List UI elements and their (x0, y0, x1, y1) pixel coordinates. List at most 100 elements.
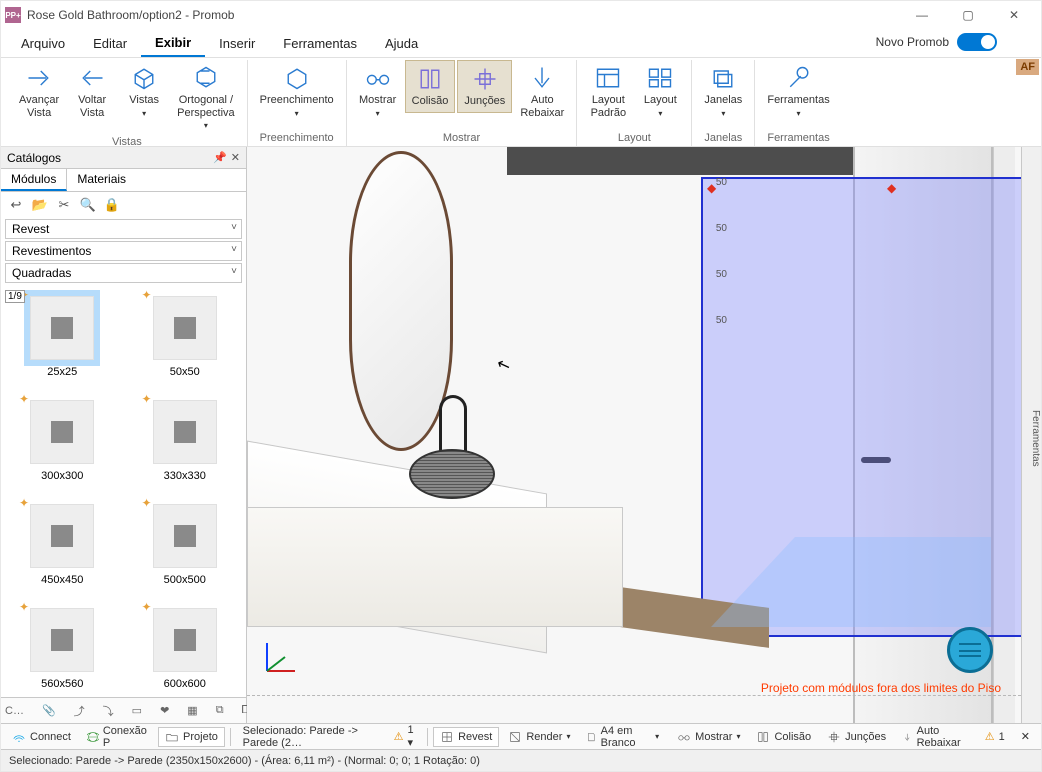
auto-lower-button[interactable]: Auto Rebaixar (514, 60, 570, 123)
warning-count-2[interactable]: ⚠ 1 (978, 727, 1012, 746)
a4-tab[interactable]: A4 em Branco▾ (579, 722, 666, 752)
down-arrow-icon (528, 64, 556, 92)
catalog-tab-materiais[interactable]: Materiais (67, 169, 136, 191)
sparkle-icon: ✦ (19, 600, 29, 614)
ortho-persp-button[interactable]: Ortogonal / Perspectiva▾ (171, 60, 240, 134)
layout-default-button-label: Layout Padrão (591, 94, 626, 119)
tile-600x600[interactable]: ✦600x600 (128, 602, 243, 690)
tile-label: 330x330 (164, 470, 206, 482)
cube-fill-icon (283, 64, 311, 92)
rail-ferramentas[interactable]: Ferramentas (1030, 410, 1041, 467)
ribbon: Avançar Vista Voltar VistaVistas▾Ortogona… (1, 57, 1041, 147)
ribbon-group-layout: Layout (618, 130, 651, 146)
mostrar-toggle[interactable]: Mostrar▾ (670, 727, 747, 747)
app-icon: PP+ (5, 7, 21, 23)
glasses-icon (364, 64, 392, 92)
tools-button-label: Ferramentas (767, 94, 829, 107)
views-button[interactable]: Vistas▾ (119, 60, 169, 122)
tile-560x560[interactable]: ✦ 560x560 (5, 602, 120, 690)
ribbon-group-mostrar: Mostrar (443, 130, 480, 146)
ribbon-group-ferramentas: Ferramentas (767, 130, 829, 146)
menu-exibir[interactable]: Exibir (141, 29, 205, 57)
novo-promob-toggle[interactable] (957, 33, 997, 51)
lock-icon[interactable]: 🔒 (103, 197, 121, 213)
arrow-right-icon (25, 64, 53, 92)
menubar: ArquivoEditarExibirInserirFerramentasAju… (1, 29, 1041, 57)
tile-label: 450x450 (41, 574, 83, 586)
pin-icon[interactable]: 📌 (213, 151, 227, 164)
connect-tab[interactable]: Connect (5, 727, 78, 747)
layout-button[interactable]: Layout▾ (635, 60, 685, 122)
tile-icon (440, 730, 454, 744)
tile-330x330[interactable]: ✦330x330 (128, 394, 243, 482)
menu-editar[interactable]: Editar (79, 29, 141, 57)
sparkle-icon: ✦ (19, 392, 29, 406)
layout-button-label: Layout (644, 94, 677, 107)
chat-bubble-icon[interactable] (947, 627, 993, 673)
back-view-button[interactable]: Voltar Vista (67, 60, 117, 123)
tile-label: 560x560 (41, 678, 83, 690)
scissors-icon[interactable]: ✂ (55, 197, 73, 213)
chevron-down-icon: ▾ (204, 121, 208, 130)
forward-view-button[interactable]: Avançar Vista (13, 60, 65, 123)
panel-close-icon[interactable]: ✕ (231, 151, 240, 164)
connection-tab[interactable]: Conexão P (80, 722, 156, 752)
tile-500x500[interactable]: ✦500x500 (128, 498, 243, 586)
warning-count[interactable]: ⚠ 1 ▾ (387, 721, 423, 752)
catalog-dd-2[interactable]: Revestimentos (5, 241, 242, 261)
viewport-3d[interactable]: 50505050 ◆ ◆ ◆ ↖ Projeto com módulos for… (247, 147, 1021, 723)
user-badge[interactable]: AF (1016, 59, 1039, 75)
shortcut-2[interactable]: ⤴ (74, 703, 85, 719)
tools-button[interactable]: Ferramentas▾ (761, 60, 835, 122)
tile-450x450[interactable]: ✦450x450 (5, 498, 120, 586)
tile-300x300[interactable]: ✦300x300 (5, 394, 120, 482)
binoculars-icon[interactable]: 🔍 (79, 197, 97, 213)
tile-25x25[interactable]: ✦25x25 (5, 290, 120, 378)
collision-button[interactable]: Colisão (405, 60, 456, 113)
forward-view-button-label: Avançar Vista (19, 94, 59, 119)
fill-button-label: Preenchimento (260, 94, 334, 107)
wifi-icon (12, 730, 26, 744)
auto-rebaixar-toggle[interactable]: Auto Rebaixar (895, 722, 976, 752)
ribbon-group-preenchimento: Preenchimento (260, 130, 334, 146)
joints-button[interactable]: Junções (457, 60, 512, 113)
shortcut-7[interactable]: ⧉ (216, 704, 224, 717)
juncoes-toggle[interactable]: Junções (820, 727, 893, 747)
open-icon[interactable]: 📂 (31, 197, 49, 213)
menu-ferramentas[interactable]: Ferramentas (269, 29, 371, 57)
chevron-down-icon: ▾ (376, 109, 380, 118)
tabsbar-close[interactable]: ✕ (1014, 727, 1037, 746)
show-button[interactable]: Mostrar▾ (353, 60, 403, 122)
tile-label: 500x500 (164, 574, 206, 586)
cube-icon (130, 64, 158, 92)
minimize-button[interactable]: — (899, 1, 945, 29)
shortcut-0[interactable]: C… (5, 705, 24, 717)
back-icon[interactable]: ↩ (7, 197, 25, 213)
shortcut-3[interactable]: ⤵ (103, 703, 114, 719)
colisao-toggle[interactable]: Colisão (749, 727, 818, 747)
globe-icon (87, 730, 99, 744)
menu-arquivo[interactable]: Arquivo (7, 29, 79, 57)
collision-button-label: Colisão (412, 95, 449, 108)
catalog-dd-3[interactable]: Quadradas (5, 263, 242, 283)
render-tab[interactable]: Render▾ (501, 727, 577, 747)
shortcut-4[interactable]: ▭ (132, 704, 142, 717)
project-tab[interactable]: Projeto (158, 727, 225, 747)
menu-inserir[interactable]: Inserir (205, 29, 269, 57)
layout-default-button[interactable]: Layout Padrão (583, 60, 633, 123)
catalog-dd-1[interactable]: Revest (5, 219, 242, 239)
shortcut-5[interactable]: ❤ (160, 704, 169, 717)
fill-button[interactable]: Preenchimento ▾ (254, 60, 340, 122)
statusbar: Selecionado: Parede -> Parede (2350x150x… (1, 749, 1041, 771)
windows-button[interactable]: Janelas▾ (698, 60, 748, 122)
catalog-tab-módulos[interactable]: Módulos (1, 169, 67, 191)
shortcut-1[interactable]: 📎 (42, 704, 56, 717)
revest-tab[interactable]: Revest (433, 727, 499, 747)
chevron-down-icon: ▾ (295, 109, 299, 118)
maximize-button[interactable]: ▢ (945, 1, 991, 29)
menu-ajuda[interactable]: Ajuda (371, 29, 432, 57)
tile-counter: 1/9 (5, 290, 25, 303)
shortcut-6[interactable]: ▦ (187, 704, 197, 717)
tile-50x50[interactable]: ✦50x50 (128, 290, 243, 378)
close-button[interactable]: ✕ (991, 1, 1037, 29)
